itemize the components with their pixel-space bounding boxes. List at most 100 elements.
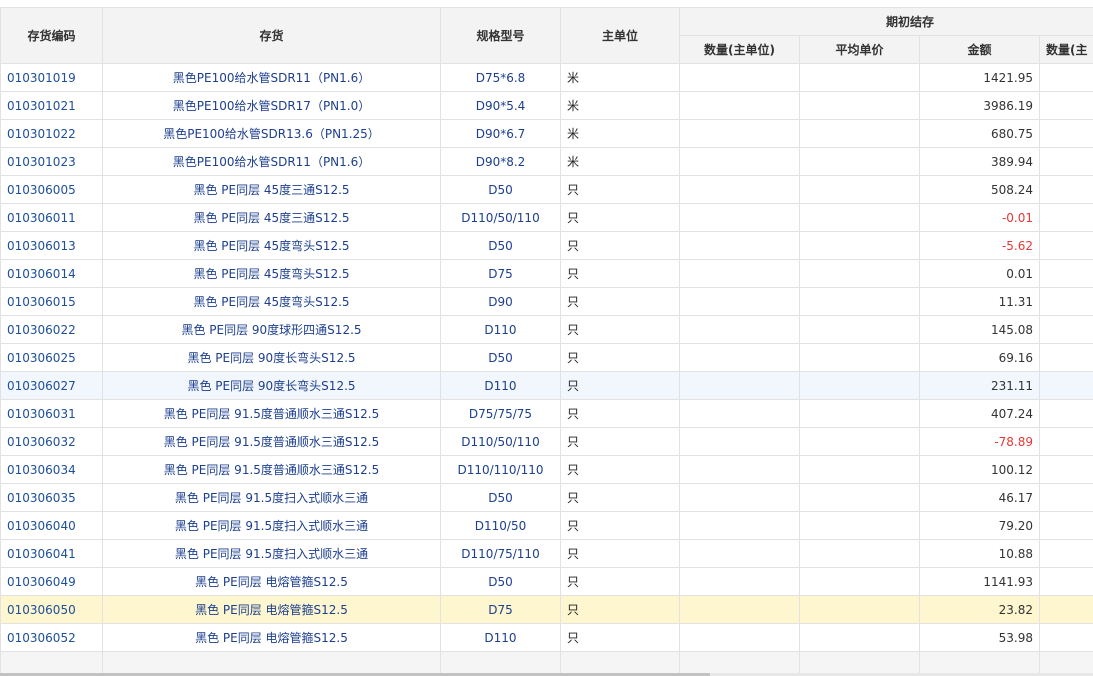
cell-amount[interactable]: 1421.95 xyxy=(919,63,1040,92)
cell-code[interactable]: 010306011 xyxy=(0,203,103,232)
cell-qty-main-unit[interactable] xyxy=(1038,203,1093,232)
cell-amount[interactable]: 389.94 xyxy=(919,147,1040,176)
cell-item-name[interactable]: 黑色 PE同层 90度长弯头S12.5 xyxy=(102,371,441,400)
cell-item-name[interactable]: 黑色 PE同层 45度弯头S12.5 xyxy=(102,231,441,260)
cell-code[interactable]: 010306035 xyxy=(0,483,103,512)
cell-qty[interactable] xyxy=(679,595,800,624)
cell-amount[interactable]: 407.24 xyxy=(919,399,1040,428)
table-row[interactable]: 010306005 黑色 PE同层 45度三通S12.5 D50 只 508.24 xyxy=(0,175,1093,204)
table-row[interactable]: 010301019 黑色PE100给水管SDR11（PN1.6） D75*6.8 米 1… xyxy=(0,63,1093,92)
cell-code[interactable]: 010306032 xyxy=(0,427,103,456)
cell-spec[interactable]: D110 xyxy=(440,315,561,344)
cell-avg-price[interactable] xyxy=(799,483,920,512)
cell-item-name[interactable]: 黑色 PE同层 45度弯头S12.5 xyxy=(102,259,441,288)
cell-unit[interactable]: 只 xyxy=(560,231,680,260)
cell-item-name[interactable]: 黑色PE100给水管SDR11（PN1.6） xyxy=(102,147,441,176)
cell-spec[interactable]: D110/110/110 xyxy=(440,455,561,484)
cell-unit[interactable]: 米 xyxy=(560,119,680,148)
cell-avg-price[interactable] xyxy=(799,343,920,372)
table-row[interactable]: 010306025 黑色 PE同层 90度长弯头S12.5 D50 只 69.16 xyxy=(0,343,1093,372)
cell-qty[interactable] xyxy=(679,203,800,232)
cell-code[interactable]: 010306013 xyxy=(0,231,103,260)
cell-qty[interactable] xyxy=(679,567,800,596)
cell-avg-price[interactable] xyxy=(799,455,920,484)
cell-qty[interactable] xyxy=(679,511,800,540)
cell-item-name[interactable]: 黑色PE100给水管SDR13.6（PN1.25） xyxy=(102,119,441,148)
cell-qty-main-unit[interactable] xyxy=(1038,567,1093,596)
cell-item-name[interactable]: 黑色 PE同层 91.5度扫入式顺水三通 xyxy=(102,539,441,568)
cell-qty-main-unit[interactable] xyxy=(1038,147,1093,176)
table-row[interactable]: 010306034 黑色 PE同层 91.5度普通顺水三通S12.5 D110/11… xyxy=(0,455,1093,484)
cell-unit[interactable]: 只 xyxy=(560,175,680,204)
col-header-item[interactable]: 存货 xyxy=(102,7,441,64)
cell-qty[interactable] xyxy=(679,175,800,204)
cell-item-name[interactable]: 黑色PE100给水管SDR17（PN1.0） xyxy=(102,91,441,120)
cell-amount[interactable]: 79.20 xyxy=(919,511,1040,540)
table-row[interactable]: 010306041 黑色 PE同层 91.5度扫入式顺水三通 D110/75/110… xyxy=(0,539,1093,568)
cell-amount[interactable]: 1141.93 xyxy=(919,567,1040,596)
cell-avg-price[interactable] xyxy=(799,399,920,428)
cell-amount[interactable]: 231.11 xyxy=(919,371,1040,400)
col-header-amount[interactable]: 金额 xyxy=(919,35,1040,64)
cell-qty-main-unit[interactable] xyxy=(1038,595,1093,624)
cell-qty[interactable] xyxy=(679,455,800,484)
table-row[interactable]: 010306052 黑色 PE同层 电熔管箍S12.5 D110 只 53.98 xyxy=(0,623,1093,652)
table-row[interactable]: 010301021 黑色PE100给水管SDR17（PN1.0） D90*5.4 米 3… xyxy=(0,91,1093,120)
cell-spec[interactable]: D75/75/75 xyxy=(440,399,561,428)
cell-item-name[interactable]: 黑色 PE同层 91.5度普通顺水三通S12.5 xyxy=(102,455,441,484)
col-header-qty-main-unit[interactable]: 数量(主 xyxy=(1038,35,1093,64)
table-row[interactable]: 010306027 黑色 PE同层 90度长弯头S12.5 D110 只 231.11 xyxy=(0,371,1093,400)
cell-amount[interactable]: -78.89 xyxy=(919,427,1040,456)
cell-spec[interactable]: D90*6.7 xyxy=(440,119,561,148)
cell-spec[interactable]: D50 xyxy=(440,567,561,596)
cell-item-name[interactable]: 黑色 PE同层 电熔管箍S12.5 xyxy=(102,567,441,596)
cell-amount[interactable]: 508.24 xyxy=(919,175,1040,204)
cell-qty[interactable] xyxy=(679,91,800,120)
table-row[interactable]: 010306013 黑色 PE同层 45度弯头S12.5 D50 只 -5.62 xyxy=(0,231,1093,260)
col-header-code[interactable]: 存货编码 xyxy=(0,7,103,64)
cell-avg-price[interactable] xyxy=(799,119,920,148)
cell-spec[interactable]: D110 xyxy=(440,371,561,400)
cell-spec[interactable]: D50 xyxy=(440,231,561,260)
cell-qty[interactable] xyxy=(679,623,800,652)
cell-unit[interactable]: 只 xyxy=(560,455,680,484)
cell-spec[interactable]: D75*6.8 xyxy=(440,63,561,92)
cell-qty-main-unit[interactable] xyxy=(1038,119,1093,148)
cell-unit[interactable]: 只 xyxy=(560,371,680,400)
cell-qty-main-unit[interactable] xyxy=(1038,427,1093,456)
cell-item-name[interactable]: 黑色 PE同层 电熔管箍S12.5 xyxy=(102,595,441,624)
cell-code[interactable]: 010301021 xyxy=(0,91,103,120)
cell-item-name[interactable]: 黑色PE100给水管SDR11（PN1.6） xyxy=(102,63,441,92)
cell-amount[interactable]: 0.01 xyxy=(919,259,1040,288)
table-row[interactable]: 010306031 黑色 PE同层 91.5度普通顺水三通S12.5 D75/75/… xyxy=(0,399,1093,428)
cell-spec[interactable]: D75 xyxy=(440,595,561,624)
cell-qty[interactable] xyxy=(679,147,800,176)
table-row[interactable]: 010306032 黑色 PE同层 91.5度普通顺水三通S12.5 D110/50… xyxy=(0,427,1093,456)
cell-spec[interactable]: D110/50/110 xyxy=(440,203,561,232)
cell-code[interactable]: 010306034 xyxy=(0,455,103,484)
cell-unit[interactable]: 只 xyxy=(560,623,680,652)
cell-item-name[interactable]: 黑色 PE同层 45度三通S12.5 xyxy=(102,175,441,204)
table-row[interactable]: 010301022 黑色PE100给水管SDR13.6（PN1.25） D90*6.… xyxy=(0,119,1093,148)
cell-unit[interactable]: 只 xyxy=(560,567,680,596)
table-row[interactable]: 010301023 黑色PE100给水管SDR11（PN1.6） D90*8.2 米 3… xyxy=(0,147,1093,176)
table-row[interactable]: 010306011 黑色 PE同层 45度三通S12.5 D110/50/110 只 -… xyxy=(0,203,1093,232)
cell-avg-price[interactable] xyxy=(799,567,920,596)
cell-qty-main-unit[interactable] xyxy=(1038,371,1093,400)
cell-qty[interactable] xyxy=(679,63,800,92)
cell-avg-price[interactable] xyxy=(799,427,920,456)
cell-unit[interactable]: 只 xyxy=(560,539,680,568)
cell-amount[interactable]: 46.17 xyxy=(919,483,1040,512)
cell-spec[interactable]: D50 xyxy=(440,343,561,372)
cell-code[interactable]: 010306014 xyxy=(0,259,103,288)
cell-unit[interactable]: 只 xyxy=(560,315,680,344)
cell-avg-price[interactable] xyxy=(799,147,920,176)
cell-unit[interactable]: 米 xyxy=(560,147,680,176)
cell-item-name[interactable]: 黑色 PE同层 91.5度扫入式顺水三通 xyxy=(102,511,441,540)
cell-item-name[interactable]: 黑色 PE同层 91.5度普通顺水三通S12.5 xyxy=(102,427,441,456)
cell-avg-price[interactable] xyxy=(799,315,920,344)
cell-qty-main-unit[interactable] xyxy=(1038,231,1093,260)
cell-amount[interactable]: 69.16 xyxy=(919,343,1040,372)
cell-code[interactable]: 010301022 xyxy=(0,119,103,148)
col-header-avg-price[interactable]: 平均单价 xyxy=(799,35,920,64)
